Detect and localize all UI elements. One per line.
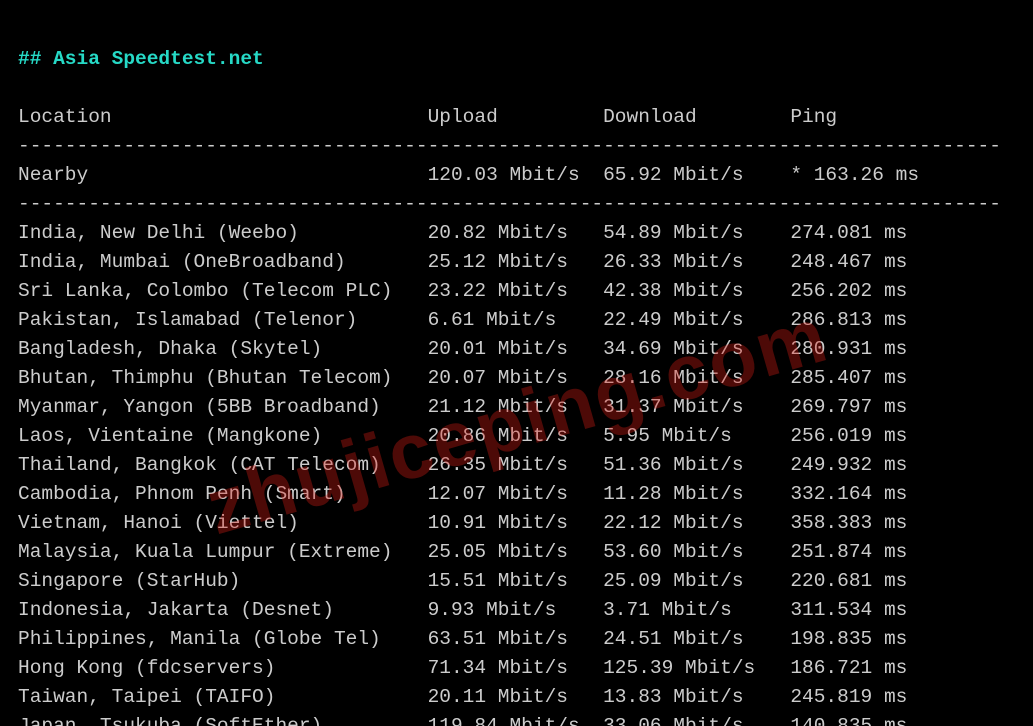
column-headers: Location Upload Download Ping (18, 106, 837, 128)
divider: ----------------------------------------… (18, 135, 1001, 157)
nearby-row: Nearby 120.03 Mbit/s 65.92 Mbit/s * 163.… (18, 164, 919, 186)
terminal-output: ## Asia Speedtest.net Location Upload Do… (0, 0, 1033, 726)
divider: ----------------------------------------… (18, 193, 1001, 215)
speedtest-rows: India, New Delhi (Weebo) 20.82 Mbit/s 54… (18, 222, 907, 726)
section-title: ## Asia Speedtest.net (18, 48, 264, 70)
